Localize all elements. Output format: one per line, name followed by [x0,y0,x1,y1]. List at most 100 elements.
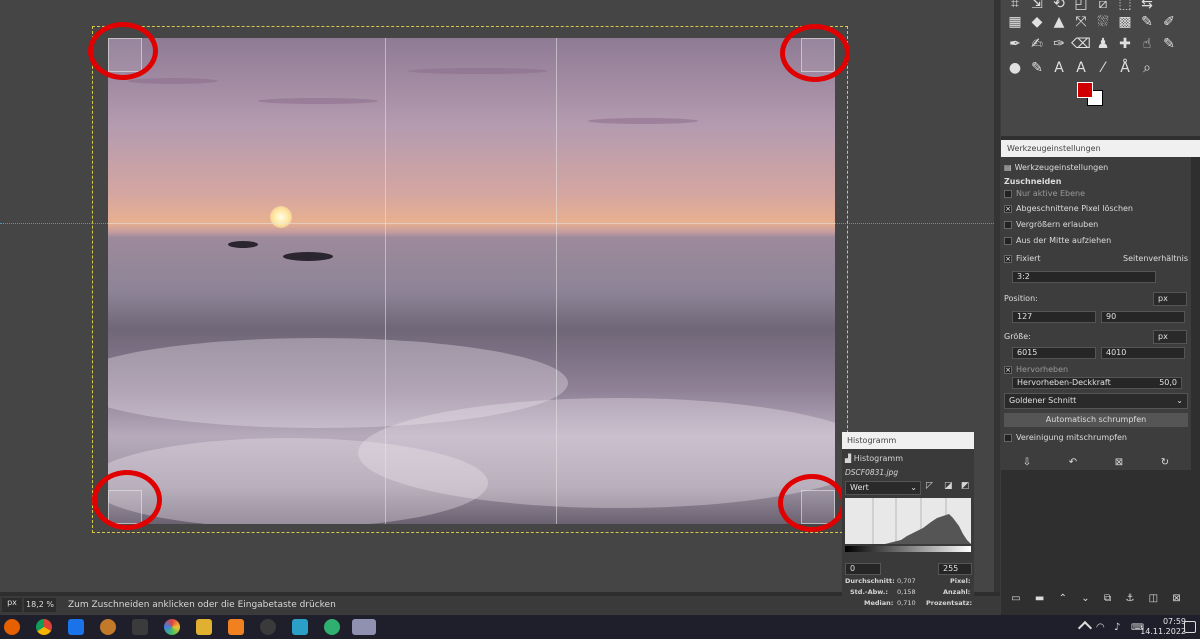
delete-cropped-option[interactable]: × Abgeschnittene Pixel löschen [1004,204,1133,213]
new-layer-icon[interactable]: ▭ [1011,593,1020,604]
annotation-circle [780,24,850,82]
firefox-icon[interactable] [4,619,20,635]
chrome-icon[interactable] [36,619,52,635]
zoom-tool-icon[interactable]: ⌕ [1137,58,1157,78]
position-x-field[interactable]: 127 [1012,311,1096,323]
vertical-scrollbar[interactable] [994,0,1000,592]
position-y-field[interactable]: 90 [1101,311,1185,323]
restore-preset-icon[interactable]: ↶ [1069,457,1077,468]
text-tool-icon[interactable]: A [1049,58,1069,78]
histogram-graph[interactable] [845,498,971,544]
only-active-layer-option[interactable]: Nur aktive Ebene [1004,189,1085,198]
highlight-opacity-slider[interactable]: Hervorheben-Deckkraft 50,0 [1012,377,1182,389]
bucket-fill-icon[interactable]: ◆ [1027,12,1047,32]
checkbox[interactable] [1004,220,1012,229]
paintbrush-tool-icon[interactable]: ✐ [1159,12,1179,32]
color-app-icon[interactable] [164,619,180,635]
size-height-field[interactable]: 4010 [1101,347,1185,359]
path-tool-icon[interactable]: ✎ [1027,58,1047,78]
new-group-icon[interactable]: ▬ [1035,593,1044,604]
position-unit-select[interactable]: px [1153,292,1187,306]
transform-handle-icon[interactable]: ⤧ [1071,12,1091,32]
guides-select[interactable]: Goldener Schnitt ⌄ [1004,393,1188,409]
text-tool-alt-icon[interactable]: A [1071,58,1091,78]
browser-app-icon[interactable] [324,619,340,635]
auto-shrink-button[interactable]: Automatisch schrumpfen [1004,413,1188,427]
range-min-field[interactable]: 0 [845,563,881,575]
size-unit-select[interactable]: px [1153,330,1187,344]
paint-bucket-icon[interactable]: ⛆ [1093,12,1113,32]
unit-select[interactable]: px [2,598,22,612]
expand-from-center-option[interactable]: Aus der Mitte aufziehen [1004,236,1111,245]
shrink-merged-option[interactable]: Vereinigung mitschrumpfen [1004,433,1127,442]
checkbox[interactable]: × [1004,254,1012,263]
clone-tool-icon[interactable]: ♟ [1093,34,1113,54]
tab-label: Histogramm [853,454,903,463]
anchor-icon[interactable]: ⚓ [1125,593,1134,604]
eraser-tool-icon[interactable]: ⌫ [1071,34,1091,54]
mypaint-brush-icon[interactable]: ✑ [1049,34,1069,54]
gimp-icon[interactable] [100,619,116,635]
reset-icon[interactable]: ↻ [1161,457,1169,468]
save-preset-icon[interactable]: ⇩ [1023,457,1031,468]
tool-options-tab[interactable]: ▤ Werkzeugeinstellungen [1004,163,1108,172]
cage-tool-icon[interactable]: ▦ [1005,12,1025,32]
delete-layer-icon[interactable]: ⊠ [1172,593,1180,604]
fixed-option[interactable]: × Fixiert Seitenverhältnis [1004,254,1188,263]
fixed-mode-select[interactable]: Seitenverhältnis [1123,254,1188,263]
pencil-tool-icon[interactable]: ✎ [1137,12,1157,32]
notification-icon[interactable] [1184,621,1196,633]
option-label: Vereinigung mitschrumpfen [1016,433,1127,442]
scale-toggle-icon[interactable]: ◩ [961,481,970,491]
checkbox[interactable]: × [1004,204,1012,213]
edit-app-icon[interactable] [292,619,308,635]
ink-tool-icon[interactable]: ✍ [1027,34,1047,54]
inkscape-icon[interactable] [260,619,276,635]
mask-icon[interactable]: ◫ [1149,593,1158,604]
tool-app-icon[interactable] [196,619,212,635]
wifi-icon[interactable]: ◠ [1096,623,1108,633]
layers-footer: ▭ ▬ ⌃ ⌄ ⧉ ⚓ ◫ ⊠ [1004,593,1188,604]
volume-icon[interactable]: ♪ [1114,623,1126,633]
checkbox[interactable] [1004,433,1012,442]
std-label: Std.-Abw.: [850,588,888,596]
highlight-option[interactable]: × Hervorheben [1004,365,1068,374]
photo-crop-area[interactable] [108,38,835,524]
warp-tool-icon[interactable]: ▲ [1049,12,1069,32]
raise-icon[interactable]: ⌃ [1059,593,1067,604]
blur-tool-icon[interactable]: ✎ [1159,34,1179,54]
gradient-tool-icon[interactable]: ▩ [1115,12,1135,32]
duplicate-icon[interactable]: ⧉ [1104,593,1111,604]
dodge-tool-icon[interactable]: ● [1005,58,1025,78]
mail-icon[interactable] [68,619,84,635]
wave [108,438,488,524]
allow-growing-option[interactable]: Vergrößern erlauben [1004,220,1098,229]
foreground-color-swatch[interactable] [1077,82,1093,98]
airbrush-tool-icon[interactable]: ✒ [1005,34,1025,54]
checkbox[interactable]: × [1004,365,1012,374]
status-message: Zum Zuschneiden anklicken oder die Einga… [68,600,336,610]
delete-preset-icon[interactable]: ⊠ [1115,457,1123,468]
crop-guide-horizontal [108,223,835,224]
checkbox[interactable] [1004,236,1012,245]
range-max-field[interactable]: 255 [938,563,972,575]
lower-icon[interactable]: ⌄ [1081,593,1089,604]
log-scale-icon[interactable]: ◪ [944,481,953,491]
channel-select[interactable]: Wert ⌄ [845,481,921,495]
gimp-window-icon[interactable] [352,619,376,635]
heal-tool-icon[interactable]: ✚ [1115,34,1135,54]
histogram-tab[interactable]: ▟ Histogramm [845,454,903,463]
zoom-select[interactable]: 18,2 % [24,598,56,612]
smudge-tool-icon[interactable]: ☝ [1137,34,1157,54]
chevron-down-icon: ⌄ [910,483,917,492]
measure-tool-icon[interactable]: Å [1115,58,1135,78]
ratio-field[interactable]: 3:2 [1012,271,1156,283]
linear-scale-icon[interactable]: ◸ [926,481,933,491]
color-picker-icon[interactable]: ⁄ [1093,58,1113,78]
app-icon[interactable] [132,619,148,635]
checkbox[interactable] [1004,189,1012,198]
system-clock[interactable]: 07:59 14.11.2022 [1140,617,1186,637]
size-width-field[interactable]: 6015 [1012,347,1096,359]
pixels-label: Pixel: [950,577,971,585]
xampp-icon[interactable] [228,619,244,635]
